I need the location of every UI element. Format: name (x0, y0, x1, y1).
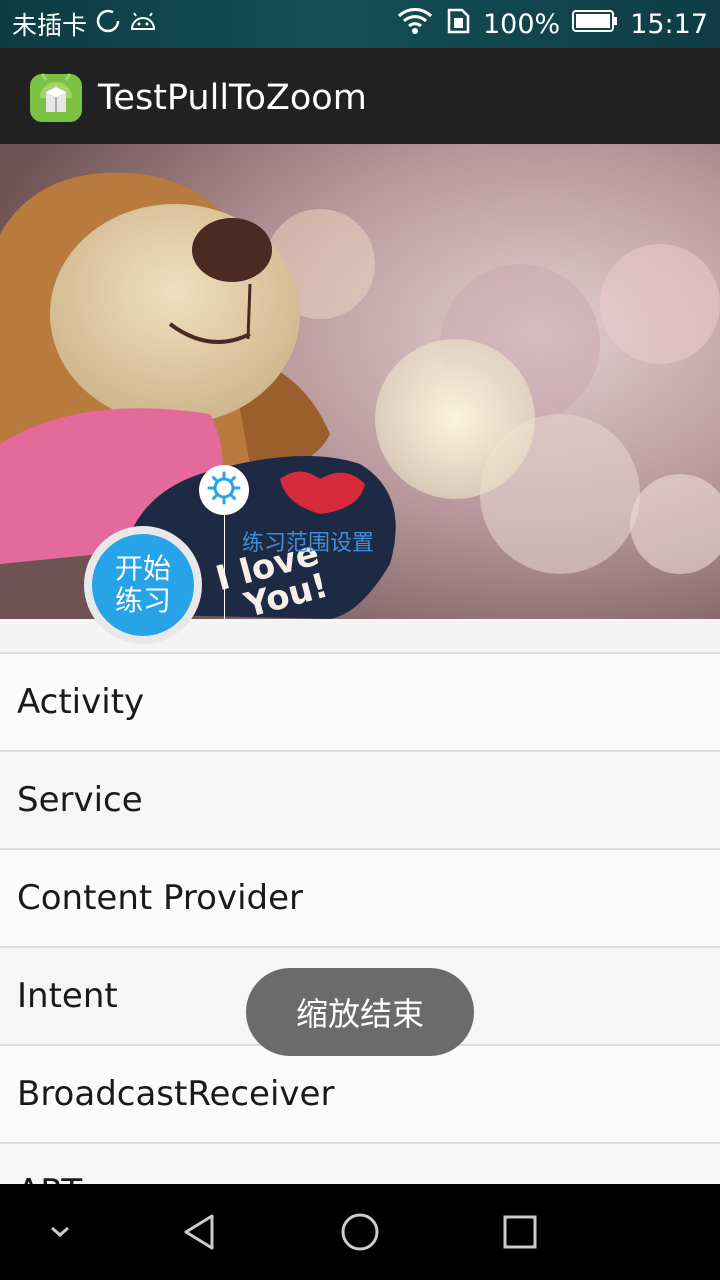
back-icon[interactable] (152, 1184, 248, 1280)
sync-icon (95, 8, 121, 40)
gear-icon (206, 470, 242, 510)
app-title: TestPullToZoom (98, 78, 367, 118)
android-app-icon[interactable] (28, 68, 84, 124)
list-item[interactable]: ART (0, 1144, 720, 1184)
sim-icon (445, 8, 471, 41)
wifi-icon (397, 7, 433, 42)
action-bar: TestPullToZoom (0, 48, 720, 144)
list-item[interactable]: Service (0, 752, 720, 850)
toast-message: 缩放结束 (246, 968, 474, 1056)
start-button-line1: 开始 (114, 552, 171, 585)
list-item[interactable]: Activity (0, 654, 720, 752)
settings-button[interactable] (199, 465, 249, 515)
recents-icon[interactable] (472, 1184, 568, 1280)
list-item[interactable]: BroadcastReceiver (0, 1046, 720, 1144)
battery-text: 100% (482, 8, 561, 40)
practice-range-settings-link[interactable]: 练习范围设置 (242, 525, 374, 557)
android-icon (129, 10, 157, 39)
start-practice-button[interactable]: 开始 练习 (84, 526, 202, 644)
navigation-bar (0, 1184, 720, 1280)
home-icon[interactable] (312, 1184, 408, 1280)
list-item[interactable]: Content Provider (0, 850, 720, 948)
start-button-line2: 练习 (114, 584, 171, 617)
carrier-text: 未插卡 (12, 11, 88, 40)
clock-text: 15:17 (630, 8, 708, 40)
list-view[interactable]: Activity Service Content Provider Intent… (0, 619, 720, 1184)
settings-connector-line (224, 510, 225, 620)
status-bar: 未插卡 100% 15:17 (0, 0, 720, 48)
chevron-down-icon[interactable] (12, 1184, 108, 1280)
battery-icon (572, 9, 618, 40)
